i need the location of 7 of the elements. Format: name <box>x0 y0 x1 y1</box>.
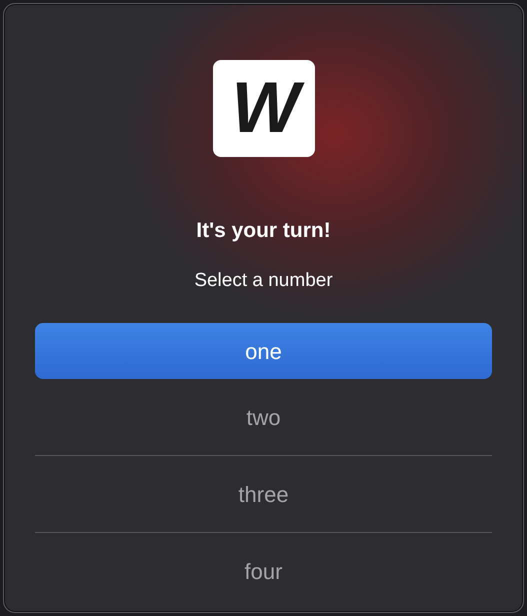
dialog-title: It's your turn! <box>196 218 331 244</box>
option-button[interactable]: four <box>35 543 492 599</box>
dialog-message: Select a number <box>194 268 333 292</box>
app-logo: W <box>212 60 314 157</box>
option-button[interactable]: three <box>35 466 492 522</box>
option-button[interactable]: one <box>35 323 492 379</box>
option-button[interactable]: two <box>35 389 492 445</box>
